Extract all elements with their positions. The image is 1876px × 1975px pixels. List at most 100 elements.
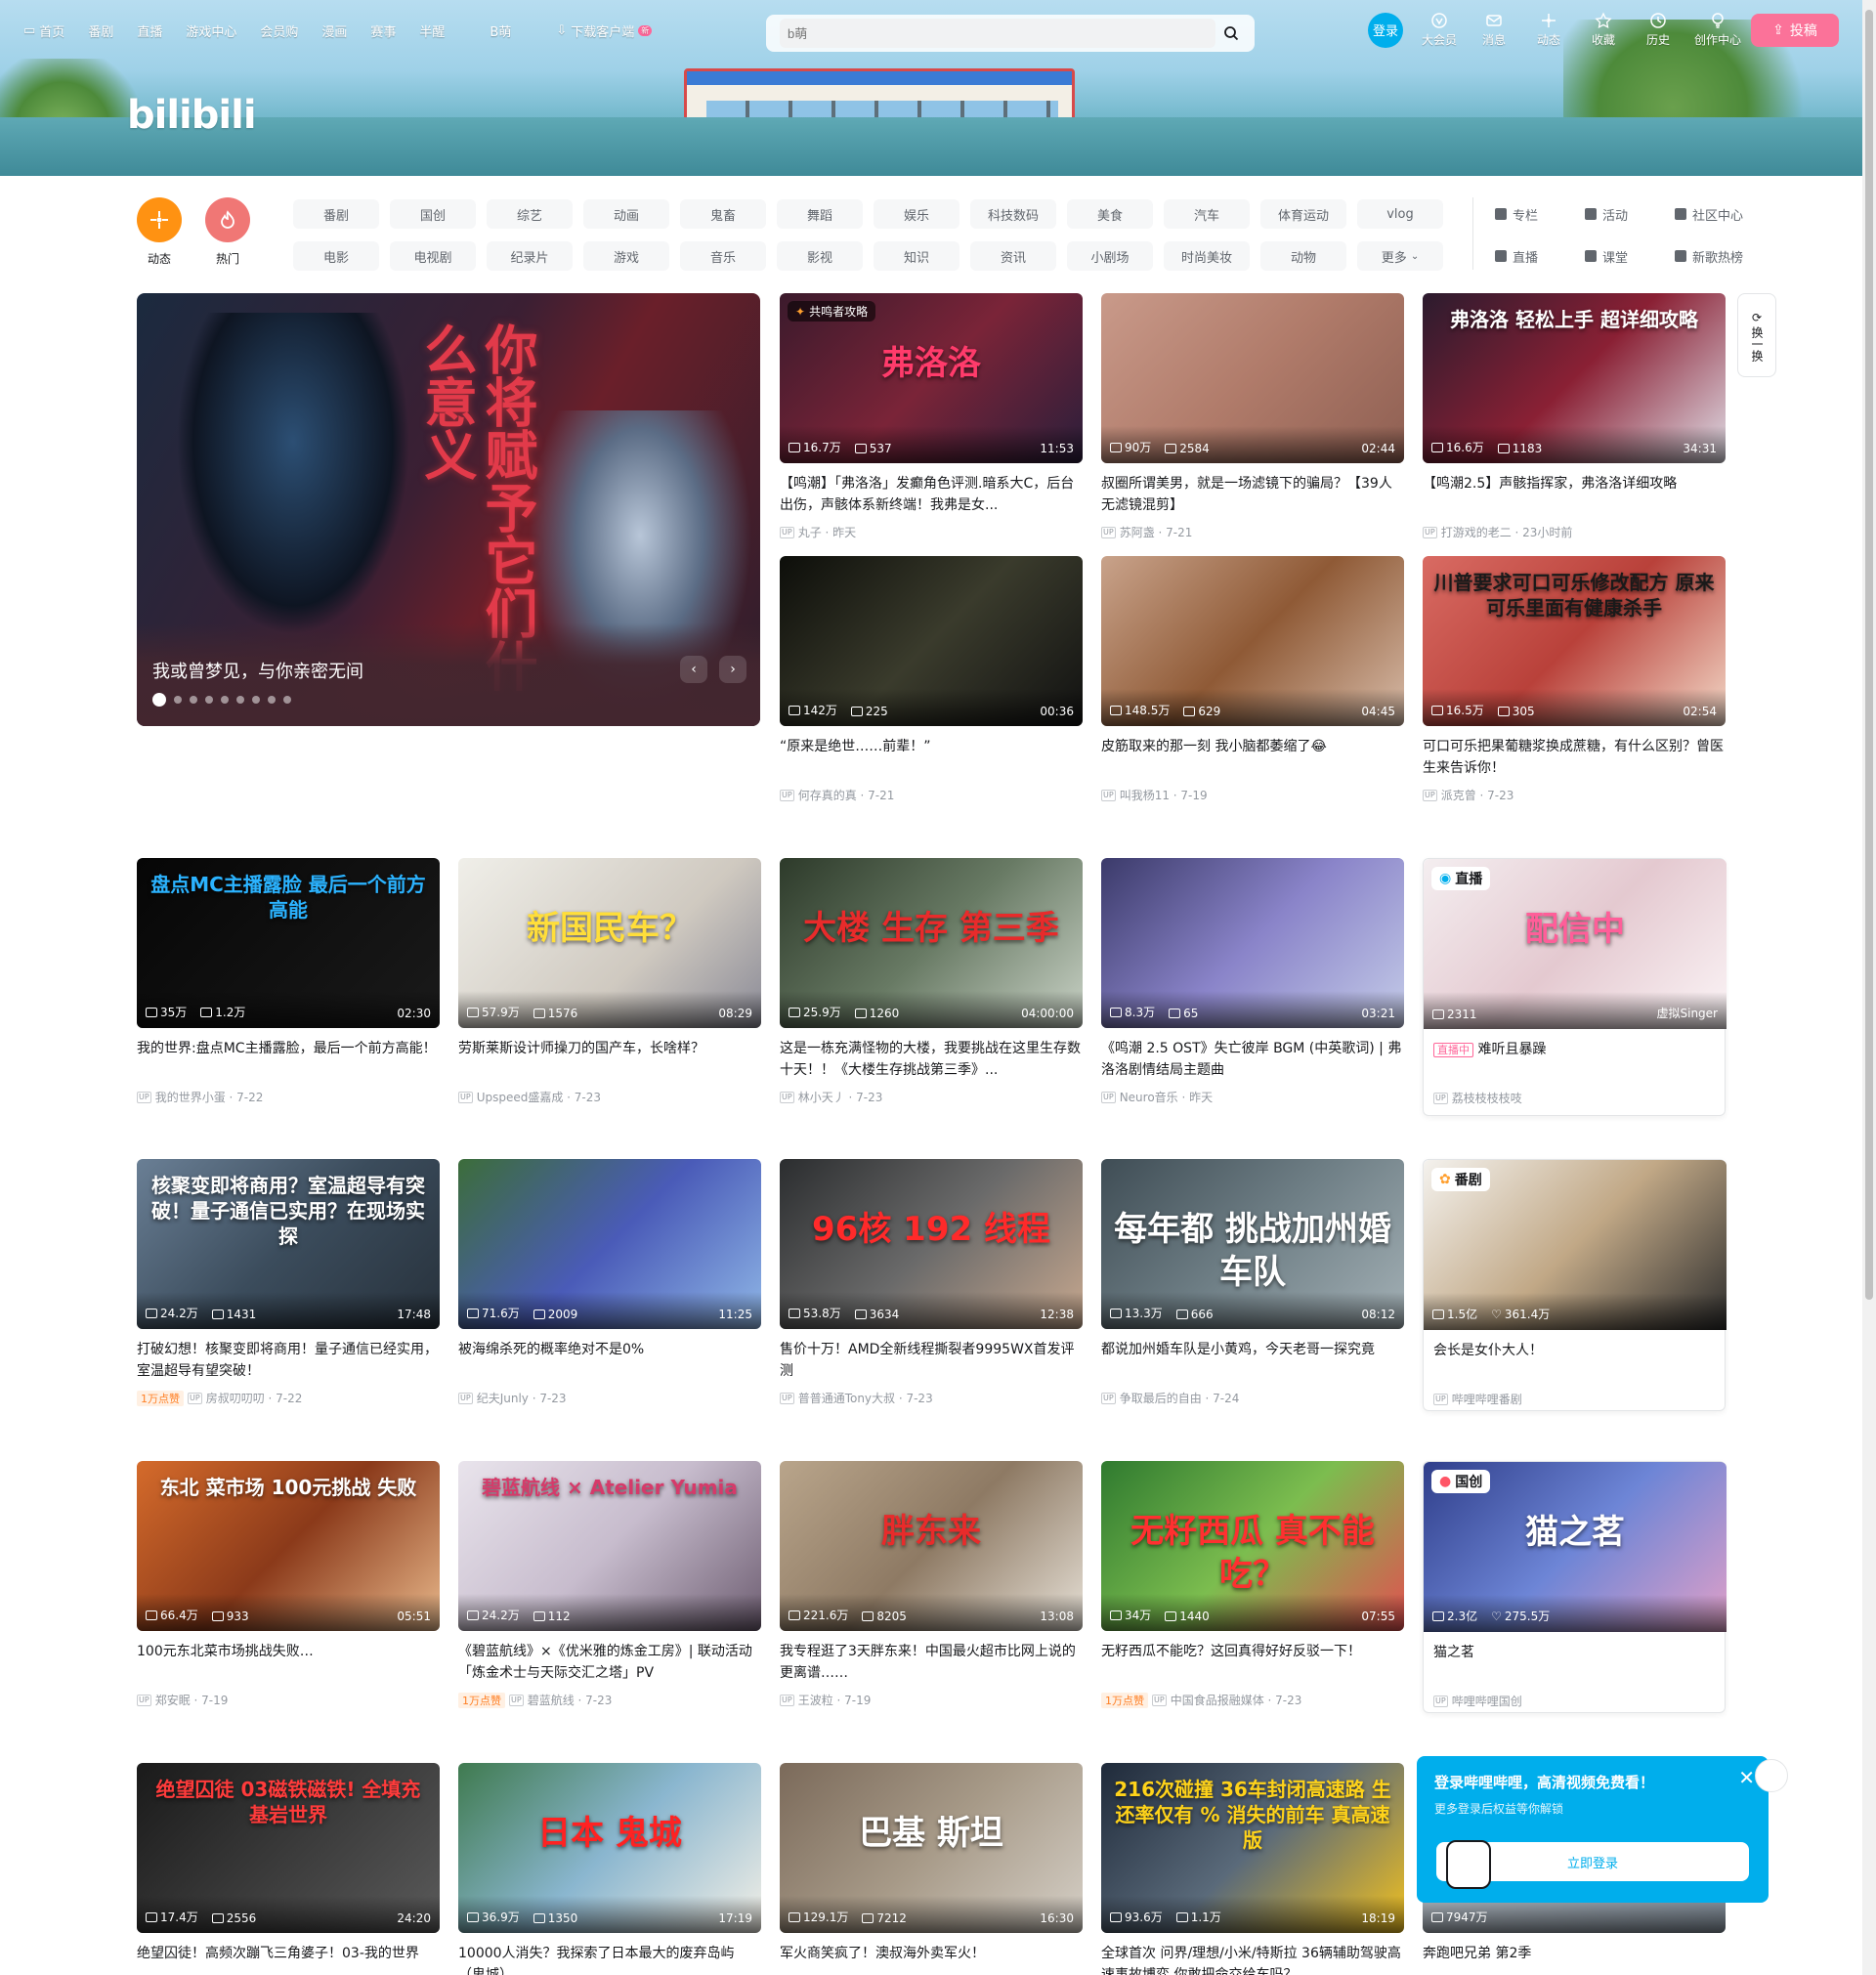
tag-game[interactable]: 游戏 [583, 241, 669, 271]
carousel-dot[interactable] [205, 696, 213, 704]
link-activity[interactable]: 活动 [1585, 199, 1663, 229]
video-thumbnail[interactable]: 142万 225 00:36 [780, 556, 1083, 726]
tag-fashion[interactable]: 时尚美妆 [1164, 241, 1250, 271]
link-course[interactable]: 课堂 [1585, 241, 1663, 271]
video-title[interactable]: 奔跑吧兄弟 第2季 [1423, 1943, 1726, 1975]
video-title[interactable]: 【鸣潮】「弗洛洛」发癫角色评测.暗系大C，后台出伤，声骸体系新终端！我弗是女..… [780, 473, 1083, 516]
scrollbar[interactable] [1862, 0, 1876, 1975]
tag-car[interactable]: 汽车 [1164, 199, 1250, 229]
video-title[interactable]: 我的世界:盘点MC主播露脸，最后一个前方高能！ [137, 1038, 440, 1081]
tag-tech[interactable]: 科技数码 [970, 199, 1056, 229]
carousel-dot[interactable] [190, 696, 197, 704]
close-icon[interactable]: ✕ [1738, 1766, 1755, 1789]
video-card[interactable]: 216次碰撞 36车封闭高速路 生还率仅有 % 消失的前车 真高速版 93.6万 1… [1101, 1763, 1404, 1975]
tag-tv[interactable]: 电视剧 [390, 241, 476, 271]
tag-animal[interactable]: 动物 [1260, 241, 1346, 271]
video-thumbnail[interactable]: 大楼 生存 第三季 25.9万 1260 04:00:00 [780, 858, 1083, 1028]
video-card[interactable]: 新国民车？ 57.9万 1576 08:29 劳斯莱斯设计师操刀的国产车，长啥样？ UP U… [458, 858, 761, 1105]
nav-live[interactable]: 直播 [137, 21, 162, 40]
video-thumbnail[interactable]: 无籽西瓜 真不能吃？ 34万 1440 07:55 [1101, 1461, 1404, 1631]
tag-bangumi[interactable]: 番剧 [293, 199, 379, 229]
video-card[interactable]: 弗洛洛 轻松上手 超详细攻略 16.6万 1183 34:31 【鸣潮2.5】声骸指挥家… [1423, 293, 1726, 540]
scrollbar-thumb[interactable] [1865, 10, 1873, 1300]
uploader-name[interactable]: 纪夫Junly · 7-23 [477, 1390, 567, 1406]
uploader-name[interactable]: 苏阿盏 · 7-21 [1120, 524, 1193, 540]
video-title[interactable]: “原来是绝世……前辈！” [780, 736, 1083, 779]
video-thumbnail[interactable]: 胖东来 221.6万 8205 13:08 [780, 1461, 1083, 1631]
tag-entertainment[interactable]: 娱乐 [874, 199, 959, 229]
tag-movie[interactable]: 电影 [293, 241, 379, 271]
link-column[interactable]: 专栏 [1495, 199, 1573, 229]
creator-center-link[interactable]: 创作中心 [1694, 12, 1741, 48]
tag-kichiku[interactable]: 鬼畜 [680, 199, 766, 229]
uploader-name[interactable]: 郑安眠 · 7-19 [155, 1692, 229, 1708]
video-title[interactable]: 这是一栋充满怪物的大楼，我要挑战在这里生存数十天！！《大楼生存挑战第三季》... [780, 1038, 1083, 1081]
carousel-prev-button[interactable]: ‹ [680, 656, 707, 683]
video-title[interactable]: 打破幻想！核聚变即将商用！量子通信已经实用，室温超导有望突破！ [137, 1339, 440, 1382]
login-avatar[interactable]: 登录 [1368, 12, 1403, 48]
refresh-button[interactable]: ⟳ 换一换 [1737, 293, 1776, 377]
video-card[interactable]: 碧蓝航线 × Atelier Yumia 24.2万 112 《碧蓝航线》×《优米雅的… [458, 1461, 761, 1708]
video-card[interactable]: 96核 192 线程 53.8万 3634 12:38 售价十万！AMD全新线程撕裂者9… [780, 1159, 1083, 1406]
hero-carousel[interactable]: 你将赋予它们什么意义 我或曾梦见，与你亲密无间 ‹ › [137, 293, 760, 726]
video-card[interactable]: 巴基 斯坦 129.1万 7212 16:30 军火商笑疯了！澳叔海外卖军火！ [780, 1763, 1083, 1975]
video-title[interactable]: 劳斯莱斯设计师操刀的国产车，长啥样？ [458, 1038, 761, 1081]
video-thumbnail[interactable]: 东北 菜市场 100元挑战 失败 66.4万 933 05:51 [137, 1461, 440, 1631]
link-community[interactable]: 社区中心 [1675, 199, 1753, 229]
video-title[interactable]: 都说加州婚车队是小黄鸡，今天老哥一探究竟 [1101, 1339, 1404, 1382]
uploader-name[interactable]: 争取最后的自由 · 7-24 [1120, 1390, 1240, 1406]
video-title[interactable]: 《碧蓝航线》×《优米雅的炼金工房》| 联动活动「炼金术士与天际交汇之塔」PV [458, 1641, 761, 1684]
video-card[interactable]: 猫之茗 ● 国创 2.3亿 ♡ 275.5万 猫之茗 UP 哔哩哔哩国创 [1423, 1461, 1727, 1713]
tag-music[interactable]: 音乐 [680, 241, 766, 271]
tag-sports[interactable]: 体育运动 [1260, 199, 1346, 229]
vip-link[interactable]: 大会员 [1421, 12, 1458, 48]
video-title[interactable]: 叔圈所谓美男，就是一场滤镜下的骗局？【39人无滤镜混剪】 [1101, 473, 1404, 516]
uploader-name[interactable]: 碧蓝航线 · 7-23 [528, 1692, 613, 1708]
nav-anime[interactable]: 番剧 [88, 21, 113, 40]
nav-esports[interactable]: 赛事 [370, 21, 396, 40]
video-thumbnail[interactable]: 90万 2584 02:44 [1101, 293, 1404, 463]
carousel-next-button[interactable]: › [719, 656, 746, 683]
video-card[interactable]: 核聚变即将商用？室温超导有突破！量子通信已实用？在现场实探 24.2万 1431 17… [137, 1159, 440, 1406]
video-thumbnail[interactable]: 148.5万 629 04:45 [1101, 556, 1404, 726]
nav-mall[interactable]: 会员购 [260, 21, 298, 40]
video-thumbnail[interactable]: 川普要求可口可乐修改配方 原来可乐里面有健康杀手 16.5万 305 02:54 [1423, 556, 1726, 726]
carousel-dot[interactable] [174, 696, 182, 704]
video-thumbnail[interactable]: 弗洛洛 轻松上手 超详细攻略 16.6万 1183 34:31 [1423, 293, 1726, 463]
tag-more[interactable]: 更多 ⌄ [1357, 241, 1443, 271]
uploader-name[interactable]: 打游戏的老二 · 23小时前 [1441, 524, 1573, 540]
carousel-dot[interactable] [236, 696, 244, 704]
uploader-name[interactable]: 叫我杨11 · 7-19 [1120, 787, 1208, 803]
video-title[interactable]: 《鸣潮 2.5 OST》失亡彼岸 BGM (中英歌词) | 弗洛洛剧情结局主题曲 [1101, 1038, 1404, 1081]
video-thumbnail[interactable]: 弗洛洛 ✦ 共鸣者攻略 16.7万 537 11:53 [780, 293, 1083, 463]
uploader-name[interactable]: Neuro音乐 · 昨天 [1120, 1089, 1213, 1105]
uploader-name[interactable]: 中国食品报融媒体 · 7-23 [1171, 1692, 1302, 1708]
message-link[interactable]: 消息 [1475, 12, 1513, 48]
video-title[interactable]: 猫之茗 [1424, 1642, 1725, 1685]
tag-dance[interactable]: 舞蹈 [777, 199, 863, 229]
video-title[interactable]: 售价十万！AMD全新线程撕裂者9995WX首发评测 [780, 1339, 1083, 1382]
video-title[interactable]: 可口可乐把果葡糖浆换成蔗糖，有什么区别？曾医生来告诉你！ [1423, 736, 1726, 779]
video-title[interactable]: 被海绵杀死的概率绝对不是0% [458, 1339, 761, 1382]
video-thumbnail[interactable]: 96核 192 线程 53.8万 3634 12:38 [780, 1159, 1083, 1329]
tag-food[interactable]: 美食 [1067, 199, 1153, 229]
nav-manga[interactable]: 漫画 [321, 21, 347, 40]
video-card[interactable]: 每年都 挑战加州婚车队 13.3万 666 08:12 都说加州婚车队是小黄鸡，今天老哥… [1101, 1159, 1404, 1406]
search-icon[interactable] [1221, 23, 1241, 43]
video-title[interactable]: 我专程逛了3天胖东来！中国最火超市比网上说的更离谱…… [780, 1641, 1083, 1684]
uploader-name[interactable]: 房叔叨叨叨 · 7-22 [206, 1390, 303, 1406]
link-music-chart[interactable]: 新歌热榜 [1675, 241, 1753, 271]
video-title[interactable]: 皮筋取来的那一刻 我小脑都萎缩了😂 [1101, 736, 1404, 779]
video-card[interactable]: 142万 225 00:36 “原来是绝世……前辈！” UP 何存真的真 · 7-21 [780, 556, 1083, 803]
video-thumbnail[interactable]: 配信中 ◉ 直播 2311 虚拟Singer [1424, 859, 1727, 1029]
video-card[interactable]: 日本 鬼城 36.9万 1350 17:19 10000人消失？我探索了日本最大的废弃岛… [458, 1763, 761, 1975]
uploader-name[interactable]: 我的世界小蛋 · 7-22 [155, 1089, 264, 1105]
video-card[interactable]: 配信中 ◉ 直播 2311 虚拟Singer 直播中 难听且暴躁 UP 荔枝枝枝枝吱 [1423, 858, 1727, 1116]
video-card[interactable]: 川普要求可口可乐修改配方 原来可乐里面有健康杀手 16.5万 305 02:54 可口可… [1423, 556, 1726, 803]
link-live[interactable]: 直播 [1495, 241, 1573, 271]
history-link[interactable]: 历史 [1640, 12, 1677, 48]
carousel-dot[interactable] [252, 696, 260, 704]
carousel-dot[interactable] [152, 693, 166, 707]
video-card[interactable]: 东北 菜市场 100元挑战 失败 66.4万 933 05:51 100元东北菜市场挑战… [137, 1461, 440, 1708]
video-thumbnail[interactable]: 新国民车？ 57.9万 1576 08:29 [458, 858, 761, 1028]
